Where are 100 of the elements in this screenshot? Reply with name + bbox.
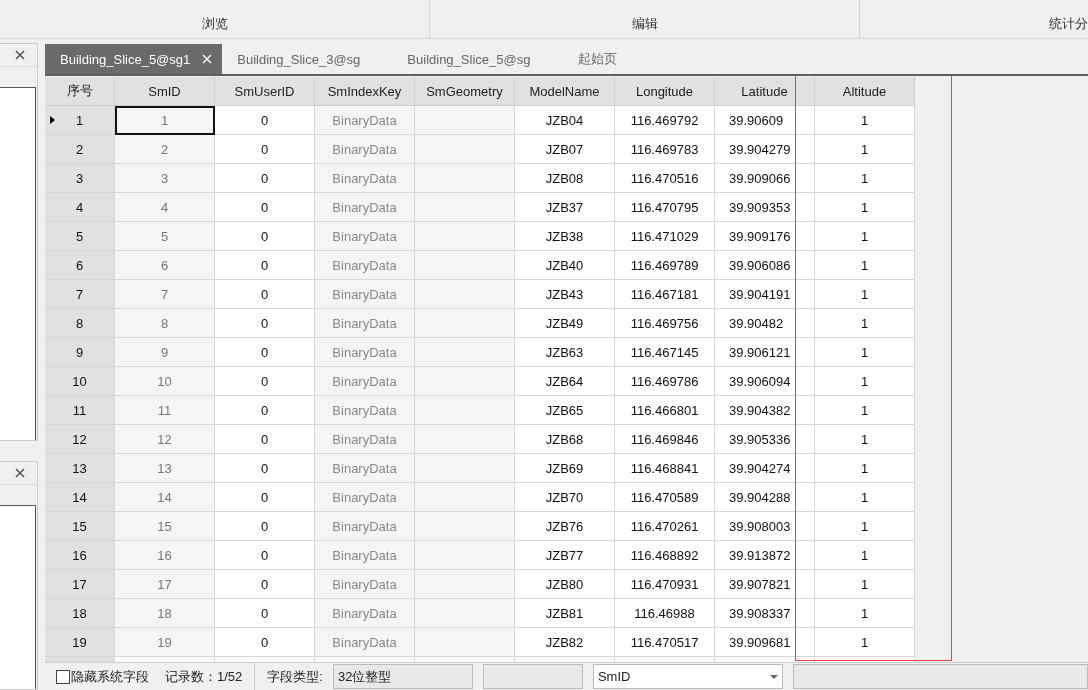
table-cell: JZB69 (514, 453, 615, 483)
row-header[interactable]: 4 (45, 192, 115, 222)
document-tab[interactable]: Building_Slice_5@sg (382, 44, 553, 74)
column-header[interactable]: 序号 (45, 77, 115, 106)
close-icon[interactable] (15, 50, 25, 60)
table-cell: JZB82 (514, 627, 615, 657)
row-header[interactable]: 19 (45, 627, 115, 657)
row-header[interactable]: 10 (45, 366, 115, 396)
column-header[interactable]: Longitude (614, 77, 715, 106)
table-cell: 13 (114, 453, 215, 483)
table-cell: BinaryData (314, 627, 415, 657)
column-header[interactable]: Altitude (814, 77, 915, 106)
row-header[interactable]: 6 (45, 250, 115, 280)
table-cell: 116.470261 (614, 511, 715, 541)
row-header[interactable]: 3 (45, 163, 115, 193)
table-cell: 10 (114, 366, 215, 396)
table-cell: BinaryData (314, 569, 415, 599)
table-cell: 1 (814, 279, 915, 309)
table-cell: 4 (114, 192, 215, 222)
field-dropdown[interactable]: SmID (592, 664, 783, 689)
table-cell: 39.913872 (714, 540, 815, 570)
table-cell: JZB63 (514, 337, 615, 367)
table-cell: 39.907821 (714, 569, 815, 599)
column-header[interactable]: SmIndexKey (314, 77, 415, 106)
table-cell: 5 (114, 221, 215, 251)
table-cell: 0 (214, 134, 315, 164)
table-cell: 0 (214, 337, 315, 367)
row-header[interactable]: 1 (45, 105, 115, 135)
table-cell: 0 (214, 540, 315, 570)
table-cell: BinaryData (314, 482, 415, 512)
row-header[interactable]: 11 (45, 395, 115, 425)
table-cell: JZB38 (514, 221, 615, 251)
table-cell: 3 (114, 163, 215, 193)
row-header[interactable]: 15 (45, 511, 115, 541)
row-header[interactable]: 9 (45, 337, 115, 367)
table-cell: JZB08 (514, 163, 615, 193)
row-header[interactable]: 16 (45, 540, 115, 570)
table-cell: BinaryData (314, 540, 415, 570)
row-header[interactable]: 8 (45, 308, 115, 338)
table-cell: JZB76 (514, 511, 615, 541)
table-cell: 39.90609 (714, 105, 815, 135)
hide-fields-checkbox[interactable]: 隐藏系统字段 (45, 667, 149, 686)
table-cell: 39.904191 (714, 279, 815, 309)
column-header[interactable]: ModelName (514, 77, 615, 106)
row-header[interactable]: 14 (45, 482, 115, 512)
row-header[interactable]: 5 (45, 221, 115, 251)
table-cell: 116.469786 (614, 366, 715, 396)
table-cell: 0 (214, 366, 315, 396)
table-cell: 1 (814, 482, 915, 512)
table-cell: 17 (114, 569, 215, 599)
table-cell: JZB07 (514, 134, 615, 164)
table-cell: 39.908003 (714, 511, 815, 541)
document-tab[interactable]: 起始页 (552, 44, 640, 74)
table-cell: 0 (214, 453, 315, 483)
table-cell: 39.904382 (714, 395, 815, 425)
table-cell: 14 (114, 482, 215, 512)
table-cell: 39.904288 (714, 482, 815, 512)
table-cell: 18 (114, 598, 215, 628)
table-cell: 116.469846 (614, 424, 715, 454)
table-cell: JZB77 (514, 540, 615, 570)
table-cell: 8 (114, 308, 215, 338)
table-cell: 0 (214, 105, 315, 135)
table-cell: 116.466801 (614, 395, 715, 425)
table-cell: 1 (814, 163, 915, 193)
table-cell: 1 (814, 366, 915, 396)
table-cell: 0 (214, 192, 315, 222)
table-cell: 1 (814, 395, 915, 425)
table-cell: 0 (214, 279, 315, 309)
table-cell: BinaryData (314, 134, 415, 164)
table-cell: 116.470517 (614, 627, 715, 657)
table-cell: JZB68 (514, 424, 615, 454)
close-icon[interactable] (15, 468, 25, 478)
table-cell: 39.909681 (714, 627, 815, 657)
row-header[interactable]: 2 (45, 134, 115, 164)
document-tab[interactable]: Building_Slice_3@sg (222, 44, 383, 74)
document-tab[interactable]: Building_Slice_5@sg1 (45, 44, 223, 74)
row-header[interactable]: 13 (45, 453, 115, 483)
row-header[interactable]: 18 (45, 598, 115, 628)
row-header[interactable]: 7 (45, 279, 115, 309)
table-cell: 116.46988 (614, 598, 715, 628)
table-cell: BinaryData (314, 192, 415, 222)
column-header[interactable]: SmID (114, 77, 215, 106)
table-cell: 1 (814, 598, 915, 628)
table-cell: 0 (214, 308, 315, 338)
table-cell: 1 (814, 134, 915, 164)
table-cell: 0 (214, 627, 315, 657)
table-cell: 1 (814, 511, 915, 541)
table-cell: 116.470931 (614, 569, 715, 599)
ribbon-group-label: 浏览 (201, 15, 228, 33)
table-cell: JZB40 (514, 250, 615, 280)
row-header[interactable]: 12 (45, 424, 115, 454)
table-cell: 1 (814, 221, 915, 251)
column-header[interactable]: Latitude (714, 77, 815, 106)
table-cell: 39.909353 (714, 192, 815, 222)
dropdown-caret-icon[interactable] (769, 675, 778, 679)
column-header[interactable]: SmUserID (214, 77, 315, 106)
column-header[interactable]: SmGeometry (414, 77, 515, 106)
row-header[interactable]: 17 (45, 569, 115, 599)
table-cell: JZB64 (514, 366, 615, 396)
table-cell: JZB70 (514, 482, 615, 512)
